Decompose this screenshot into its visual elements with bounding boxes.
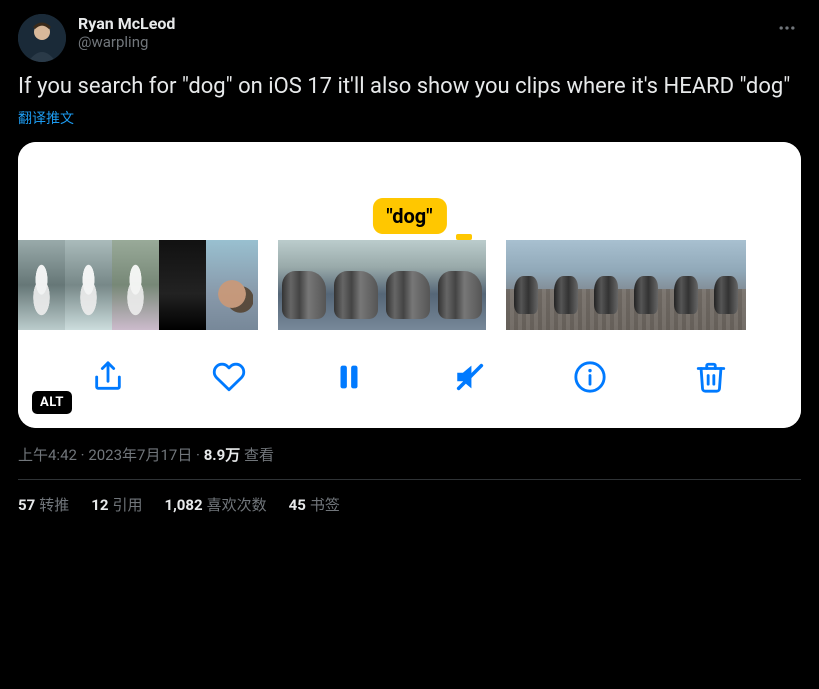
translate-link[interactable]: 翻译推文 [18, 108, 74, 128]
clip-thumbnail[interactable] [546, 240, 586, 330]
avatar[interactable] [18, 14, 66, 62]
pause-icon[interactable] [328, 356, 370, 398]
tweet-stats: 57转推 12引用 1,082喜欢次数 45书签 [18, 480, 801, 529]
views-count: 8.9万 [204, 446, 241, 464]
clip-thumbnail[interactable] [65, 240, 112, 330]
views-label: 查看 [240, 446, 274, 464]
clip-group [18, 240, 258, 330]
clip-thumbnail[interactable] [434, 240, 486, 330]
bookmarks-stat[interactable]: 45书签 [289, 494, 340, 515]
display-name: Ryan McLeod [78, 14, 761, 33]
clip-thumbnail[interactable] [382, 240, 434, 330]
clip-thumbnail[interactable] [586, 240, 626, 330]
info-icon[interactable] [569, 356, 611, 398]
clip-thumbnail[interactable] [18, 240, 65, 330]
tweet-text: If you search for "dog" on iOS 17 it'll … [18, 72, 801, 102]
clip-group [278, 240, 486, 330]
tweet-header: Ryan McLeod @warpling [18, 14, 801, 62]
clip-thumbnail[interactable] [506, 240, 546, 330]
tweet-date[interactable]: 2023年7月17日 [88, 446, 192, 464]
clip-thumbnail[interactable] [159, 240, 206, 330]
caption-bubble: "dog" [372, 198, 446, 234]
video-timeline[interactable] [18, 240, 801, 336]
clip-thumbnail[interactable] [112, 240, 159, 330]
clip-thumbnail[interactable] [706, 240, 746, 330]
clip-thumbnail[interactable] [626, 240, 666, 330]
media-controls [18, 336, 801, 428]
heart-icon[interactable] [208, 356, 250, 398]
tweet-meta: 上午4:42 · 2023年7月17日 · 8.9万 查看 [18, 444, 801, 480]
trash-icon[interactable] [690, 356, 732, 398]
media-card[interactable]: "dog" [18, 142, 801, 428]
author-names[interactable]: Ryan McLeod @warpling [78, 14, 761, 51]
alt-badge[interactable]: ALT [32, 391, 72, 414]
clip-thumbnail[interactable] [666, 240, 706, 330]
retweets-stat[interactable]: 57转推 [18, 494, 69, 515]
clip-group [506, 240, 746, 330]
clip-thumbnail[interactable] [330, 240, 382, 330]
mute-icon[interactable] [449, 356, 491, 398]
likes-stat[interactable]: 1,082喜欢次数 [164, 494, 266, 515]
quotes-stat[interactable]: 12引用 [91, 494, 142, 515]
media-whitespace: "dog" [18, 142, 801, 240]
tweet-time[interactable]: 上午4:42 [18, 446, 77, 464]
share-icon[interactable] [87, 356, 129, 398]
handle: @warpling [78, 33, 761, 51]
clip-thumbnail[interactable] [278, 240, 330, 330]
tweet-container: Ryan McLeod @warpling If you search for … [0, 0, 819, 529]
more-icon[interactable] [773, 14, 801, 46]
clip-thumbnail[interactable] [206, 240, 258, 330]
